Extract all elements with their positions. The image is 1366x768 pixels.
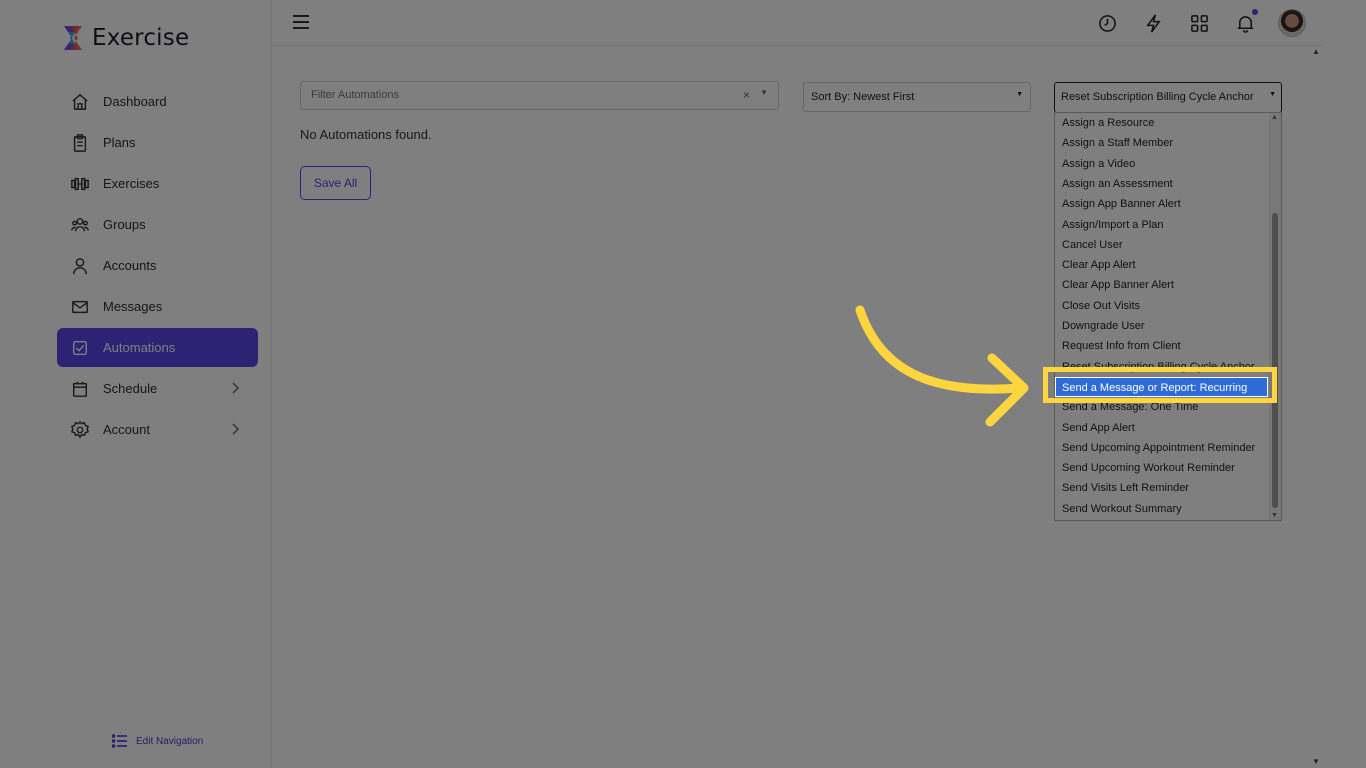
topbar [272,0,1322,46]
right-margin [1322,0,1366,768]
sidebar-item-label: Accounts [103,258,157,273]
dropdown-option[interactable]: Assign a Resource [1055,114,1274,133]
clear-icon[interactable]: × [743,88,750,102]
sidebar-item-label: Messages [103,299,163,314]
dropdown-option[interactable]: Close Out Visits [1055,297,1274,316]
sidebar-item-label: Automations [103,340,176,355]
lightning-icon[interactable] [1142,12,1164,34]
dropdown-option[interactable]: Assign an Assessment [1055,175,1274,194]
history-icon[interactable] [1096,12,1118,34]
sort-value: Sort By: Newest First [811,91,915,103]
dropdown-option[interactable]: Cancel User [1055,236,1274,255]
filter-automations-input[interactable]: Filter Automations × ▼ [300,81,779,110]
edit-navigation-label: Edit Navigation [136,735,204,747]
sidebar-nav: Dashboard Plans Exercises Groups Accounts Mes… [57,82,258,451]
user-icon [70,256,90,276]
dropdown-option[interactable]: Assign App Banner Alert [1055,195,1274,214]
group-icon [70,215,90,235]
avatar[interactable] [1278,9,1306,37]
dropdown-option[interactable]: Send Workout Summary [1055,500,1274,519]
sort-select[interactable]: Sort By: Newest First ▼ [803,82,1031,112]
chevron-right-icon [228,422,242,436]
sidebar-item-dashboard[interactable]: Dashboard [57,82,258,121]
calendar-icon [70,379,90,399]
sidebar-item-groups[interactable]: Groups [57,205,258,244]
scroll-down-icon[interactable]: ▼ [1312,757,1320,766]
envelope-icon [70,297,90,317]
caret-down-icon: ▼ [1269,91,1276,98]
empty-state-message: No Automations found. [300,127,432,142]
dropdown-option[interactable]: Send Upcoming Workout Reminder [1055,459,1274,478]
edit-navigation-link[interactable]: Edit Navigation [112,733,203,749]
list-icon [112,734,127,748]
dropdown-option[interactable]: Send Upcoming Appointment Reminder [1055,439,1274,458]
dropdown-option[interactable]: Assign a Video [1055,155,1274,174]
dropdown-option[interactable]: Send Visits Left Reminder [1055,479,1274,498]
pointer-arrow-icon [855,305,1029,427]
action-dropdown-list[interactable]: ▲ ▼ Assign a Resource Assign a Staff Memb… [1054,112,1282,521]
app-name: Exercise [92,25,190,51]
dropdown-option[interactable]: Downgrade User [1055,317,1274,336]
dropdown-option[interactable]: Assign/Import a Plan [1055,216,1274,235]
sidebar-item-label: Exercises [103,176,160,191]
sidebar-item-label: Plans [103,135,136,150]
clipboard-icon [70,133,90,153]
logo-icon [60,24,86,52]
dropdown-option[interactable]: Assign a Staff Member [1055,134,1274,153]
notification-dot [1252,9,1258,15]
apps-grid-icon[interactable] [1188,12,1210,34]
hamburger-menu-icon[interactable] [292,13,310,31]
gear-icon [70,420,90,440]
sidebar: Exercise Dashboard Plans Exercises Groups Ac… [44,0,272,768]
page-scrollbar[interactable]: ▲ ▼ [1310,45,1322,768]
filter-placeholder: Filter Automations [311,89,400,101]
sidebar-item-messages[interactable]: Messages [57,287,258,326]
sidebar-item-plans[interactable]: Plans [57,123,258,162]
dropdown-option[interactable]: Clear App Banner Alert [1055,276,1274,295]
sidebar-item-label: Account [103,422,150,437]
sidebar-item-label: Schedule [103,381,158,396]
dropdown-option[interactable]: Clear App Alert [1055,256,1274,275]
sidebar-item-exercises[interactable]: Exercises [57,164,258,203]
sidebar-item-label: Dashboard [103,94,167,109]
chevron-down-icon[interactable]: ▼ [760,88,768,97]
action-select[interactable]: Reset Subscription Billing Cycle Anchor … [1054,82,1282,113]
logo[interactable]: Exercise [60,24,189,52]
home-icon [70,92,90,112]
dropdown-option[interactable]: Request Info from Client [1055,337,1274,356]
sidebar-item-automations[interactable]: Automations [57,328,258,367]
left-margin [0,0,44,768]
save-all-button[interactable]: Save All [300,166,371,200]
caret-down-icon: ▼ [1016,91,1023,98]
dumbbell-icon [70,174,90,194]
checkbox-icon [70,338,90,358]
sidebar-item-schedule[interactable]: Schedule [57,369,258,408]
scroll-up-icon[interactable]: ▲ [1312,47,1320,56]
action-select-value: Reset Subscription Billing Cycle Anchor [1061,91,1254,103]
sidebar-item-label: Groups [103,217,146,232]
dropdown-option[interactable]: Send App Alert [1055,419,1274,438]
topbar-actions [1072,9,1306,37]
sidebar-item-account[interactable]: Account [57,410,258,449]
highlight-box [1043,367,1277,403]
chevron-right-icon [228,381,242,395]
bell-icon[interactable] [1234,9,1258,34]
sidebar-item-accounts[interactable]: Accounts [57,246,258,285]
